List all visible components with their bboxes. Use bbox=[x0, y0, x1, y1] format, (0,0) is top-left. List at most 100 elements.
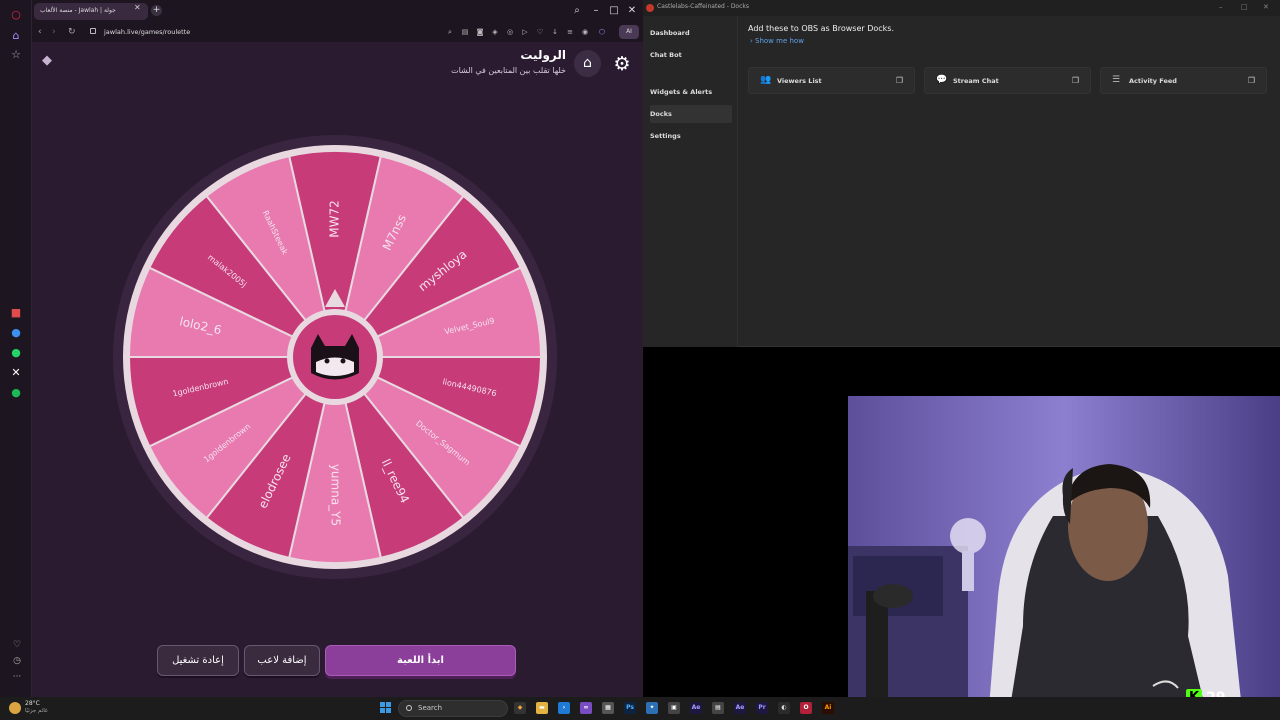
camera-icon[interactable]: ◙ bbox=[476, 28, 484, 36]
nav-dashboard[interactable]: Dashboard bbox=[650, 24, 732, 42]
docks-window-title: Castlelabs-Caffeinated - Docks bbox=[657, 3, 750, 10]
address-bar: ‹ › ↻ jawlah.live/games/roulette ⌕ ▤ ◙ ◈… bbox=[32, 22, 643, 42]
close-window-button[interactable]: ✕ bbox=[626, 5, 638, 17]
copy-icon[interactable]: ❐ bbox=[1248, 75, 1255, 86]
users-icon: 👥 bbox=[760, 75, 772, 85]
tab-active[interactable]: جولة | Jawlah - منصة الألعاب bbox=[34, 3, 148, 20]
spotify-icon[interactable]: ● bbox=[9, 386, 23, 400]
show-me-how-link[interactable]: › Show me how bbox=[750, 37, 804, 45]
history-icon[interactable]: ◷ bbox=[11, 656, 23, 666]
jawlah-logo-icon[interactable]: ◆ bbox=[42, 54, 58, 68]
windows-start-icon[interactable] bbox=[380, 702, 392, 714]
docks-heading: Add these to OBS as Browser Docks. bbox=[748, 24, 895, 33]
docks-maximize-button[interactable]: □ bbox=[1241, 3, 1248, 11]
photoshop-icon[interactable]: Ps bbox=[624, 702, 636, 714]
reload-button[interactable]: ↻ bbox=[68, 26, 76, 38]
browser-sidebar: ○ ⌂ ☆ ■ ● ● ✕ ● ♡ ◷ ··· bbox=[0, 0, 32, 697]
tab-close-icon[interactable]: ✕ bbox=[134, 3, 141, 12]
settings-button[interactable]: ⚙ bbox=[610, 52, 634, 76]
messenger-icon[interactable]: ● bbox=[9, 326, 23, 340]
nav-widgets-alerts[interactable]: Widgets & Alerts bbox=[650, 83, 732, 101]
opera-gx-icon[interactable]: O bbox=[800, 702, 812, 714]
more-icon[interactable]: ··· bbox=[11, 672, 23, 682]
copy-icon[interactable]: ❐ bbox=[1072, 75, 1079, 86]
docks-minimize-button[interactable]: – bbox=[1219, 3, 1223, 11]
url-input[interactable]: jawlah.live/games/roulette bbox=[84, 25, 440, 39]
taskbar-search-placeholder: Search bbox=[418, 704, 443, 712]
nav-settings[interactable]: Settings bbox=[650, 127, 732, 145]
add-player-button[interactable]: إضافة لاعب bbox=[244, 645, 320, 676]
after-effects-icon[interactable]: Ae bbox=[690, 702, 702, 714]
menu-icon[interactable]: ≡ bbox=[566, 28, 574, 36]
maximize-button[interactable]: □ bbox=[608, 5, 620, 17]
premiere-icon[interactable]: Pr bbox=[756, 702, 768, 714]
weather-icon[interactable] bbox=[9, 702, 21, 714]
visual-studio-icon[interactable]: ∞ bbox=[580, 702, 592, 714]
nav-chat-bot[interactable]: Chat Bot bbox=[650, 46, 732, 64]
profile-icon[interactable]: ◉ bbox=[581, 28, 589, 36]
favorites-icon[interactable]: ♡ bbox=[11, 640, 23, 650]
wheel-segment-label: yumna_Y5 bbox=[329, 464, 343, 526]
docks-nav: Dashboard Chat Bot Widgets & Alerts Dock… bbox=[643, 16, 738, 347]
dock-card-activity-feed[interactable]: ☰ Activity Feed ❐ bbox=[1100, 67, 1267, 94]
caffeinated-app-icon bbox=[646, 4, 654, 12]
home-button[interactable]: ⌂ bbox=[574, 50, 601, 77]
docks-titlebar: Castlelabs-Caffeinated - Docks – □ ✕ bbox=[643, 0, 1280, 16]
dock-card-label: Stream Chat bbox=[953, 77, 999, 85]
tab-title: جولة | Jawlah - منصة الألعاب bbox=[40, 7, 116, 14]
forward-button[interactable]: › bbox=[52, 26, 56, 38]
after-effects-2-icon[interactable]: Ae bbox=[734, 702, 746, 714]
whatsapp-icon[interactable]: ● bbox=[9, 346, 23, 360]
x-twitter-icon[interactable]: ✕ bbox=[9, 366, 23, 380]
app-gmail-icon[interactable]: ■ bbox=[9, 306, 23, 320]
reset-button[interactable]: إعادة تشغيل bbox=[157, 645, 239, 676]
app-window-icon[interactable]: ▤ bbox=[712, 702, 724, 714]
heart-icon[interactable]: ♡ bbox=[536, 28, 544, 36]
docks-close-button[interactable]: ✕ bbox=[1263, 3, 1269, 11]
app-grid-icon[interactable]: ▣ bbox=[668, 702, 680, 714]
weather-description: غائم جزئيًا bbox=[25, 708, 48, 714]
webcam-image bbox=[848, 396, 1280, 720]
dock-card-label: Viewers List bbox=[777, 77, 822, 85]
tab-bar: جولة | Jawlah - منصة الألعاب ✕ + ⌕ – □ ✕ bbox=[32, 0, 643, 22]
app-copilot-icon[interactable]: ◆ bbox=[514, 702, 526, 714]
home-sidebar-icon[interactable]: ⌂ bbox=[9, 29, 23, 43]
vpn-icon[interactable]: ⬡ bbox=[598, 28, 606, 36]
illustrator-icon[interactable]: Ai bbox=[822, 702, 834, 714]
app-steam-icon[interactable]: ◐ bbox=[778, 702, 790, 714]
ai-button[interactable]: AI bbox=[619, 25, 639, 39]
roulette-wheel[interactable]: MW72 M7nssmyshloyaVelvet_Soul9lion4449087… bbox=[112, 134, 558, 580]
copy-icon[interactable]: ❐ bbox=[896, 75, 903, 86]
speed-dial-icon[interactable]: ☆ bbox=[9, 48, 23, 62]
list-icon: ☰ bbox=[1112, 75, 1121, 85]
webcam-feed bbox=[848, 396, 1280, 720]
zoom-icon[interactable]: ⌕ bbox=[446, 28, 454, 36]
taskbar-search-input[interactable]: Search bbox=[398, 700, 508, 717]
search-icon bbox=[406, 705, 412, 711]
new-tab-button[interactable]: + bbox=[151, 5, 162, 16]
browser-window: ○ ⌂ ☆ ■ ● ● ✕ ● ♡ ◷ ··· جولة | Jawlah - … bbox=[0, 0, 643, 697]
chat-icon: 💬 bbox=[936, 75, 948, 85]
back-button[interactable]: ‹ bbox=[38, 26, 42, 38]
play-icon[interactable]: ▷ bbox=[521, 28, 529, 36]
start-game-button[interactable]: ابدأ اللعبة bbox=[325, 645, 516, 676]
download-icon[interactable]: ↓ bbox=[551, 28, 559, 36]
search-tabs-icon[interactable]: ⌕ bbox=[571, 5, 583, 17]
shield-icon[interactable]: ◈ bbox=[491, 28, 499, 36]
home-icon: ⌂ bbox=[583, 55, 592, 71]
vscode-icon[interactable]: › bbox=[558, 702, 570, 714]
opera-logo-icon[interactable]: ○ bbox=[9, 8, 23, 22]
dock-card-stream-chat[interactable]: 💬 Stream Chat ❐ bbox=[924, 67, 1091, 94]
reader-icon[interactable]: ▤ bbox=[461, 28, 469, 36]
dock-card-viewers-list[interactable]: 👥 Viewers List ❐ bbox=[748, 67, 915, 94]
gear-icon: ⚙ bbox=[613, 53, 631, 75]
nav-docks[interactable]: Docks bbox=[650, 105, 732, 123]
desktop: ○ ⌂ ☆ ■ ● ● ✕ ● ♡ ◷ ··· جولة | Jawlah - … bbox=[0, 0, 1280, 720]
wallet-icon[interactable]: ◎ bbox=[506, 28, 514, 36]
minimize-button[interactable]: – bbox=[590, 5, 602, 17]
store-icon[interactable]: ▦ bbox=[602, 702, 614, 714]
file-explorer-icon[interactable]: ▬ bbox=[536, 702, 548, 714]
app-blue-icon[interactable]: ✦ bbox=[646, 702, 658, 714]
page-subtitle: خلها تقلب بين المتابعين في الشات bbox=[451, 66, 566, 75]
wheel-segment-label: MW72 bbox=[328, 200, 342, 238]
